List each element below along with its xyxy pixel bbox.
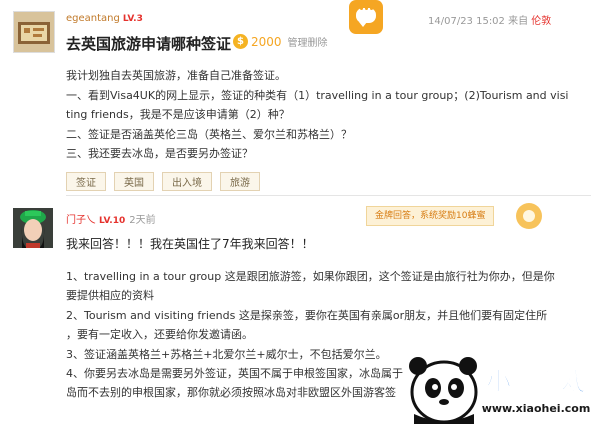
source-location-link[interactable]: 伦敦 xyxy=(531,16,551,27)
watermark-url: www.xiaohei.com xyxy=(482,402,591,415)
answer-user-level: LV.10 xyxy=(99,216,126,226)
answer-line: 2、Tourism and visiting friends 这是探亲签，要你在… xyxy=(66,308,548,322)
question-user-avatar[interactable] xyxy=(13,11,55,53)
question-body: 我计划独自去英国旅游，准备自己准备签证。 一、看到Visa4UK的网上显示，签证… xyxy=(66,66,591,164)
question-line: ting friends，我是不是应该申请第（2）种？ xyxy=(66,108,290,122)
question-line: 我计划独自去英国旅游，准备自己准备签证。 xyxy=(66,69,286,82)
source-label: 来自 xyxy=(508,16,529,27)
answer-line: ，要有一定收入，还要给你发邀请函。 xyxy=(66,328,253,342)
answer-username[interactable]: 门子乀 xyxy=(66,215,96,226)
watermark-brand: 小黑游戏 xyxy=(486,367,586,396)
coin-icon: $ xyxy=(233,34,248,49)
medal-icon xyxy=(516,203,542,229)
answer-line: 要提供相应的资料 xyxy=(66,289,154,303)
tag-immigration[interactable]: 出入境 xyxy=(162,172,212,191)
question-line: 一、看到Visa4UK的网上显示，签证的种类有（1）travelling in … xyxy=(66,88,569,102)
admin-delete-link[interactable]: 管理删除 xyxy=(288,34,328,49)
answer-lead: 我来回答！！！我在英国住了7年我来回答！！ xyxy=(66,237,314,251)
bounty-value: 2000 xyxy=(251,34,282,49)
chat-bubble-icon[interactable] xyxy=(349,0,383,34)
tag-visa[interactable]: 签证 xyxy=(66,172,106,191)
question-timestamp: 14/07/23 15:02 xyxy=(428,16,505,27)
tag-travel[interactable]: 旅游 xyxy=(220,172,260,191)
question-user-level: LV.3 xyxy=(122,14,143,24)
question-username[interactable]: egeantang xyxy=(66,13,120,24)
bounty-row: $ 2000 管理删除 xyxy=(233,34,328,49)
answer-user-avatar[interactable] xyxy=(13,208,53,248)
question-tags: 签证 英国 出入境 旅游 xyxy=(66,172,260,191)
question-line: 二、签证是否涵盖英伦三岛（英格兰、爱尔兰和苏格兰）？ xyxy=(66,127,352,141)
divider xyxy=(66,195,591,196)
tag-uk[interactable]: 英国 xyxy=(114,172,154,191)
watermark-logo: 小黑游戏 www.xiaohei.com xyxy=(402,346,599,424)
question-meta: 14/07/23 15:02 来自 伦敦 xyxy=(428,12,551,27)
question-title: 去英国旅游申请哪种签证 xyxy=(66,35,232,53)
question-line: 三、我还要去冰岛，是否要另办签证？ xyxy=(66,147,253,161)
answer-line: 1、travelling in a tour group 这是跟团旅游签，如果你… xyxy=(66,270,555,283)
gold-answer-badge: 金牌回答，系统奖励10蜂蜜 xyxy=(366,206,495,226)
answer-time: 2天前 xyxy=(129,215,156,226)
